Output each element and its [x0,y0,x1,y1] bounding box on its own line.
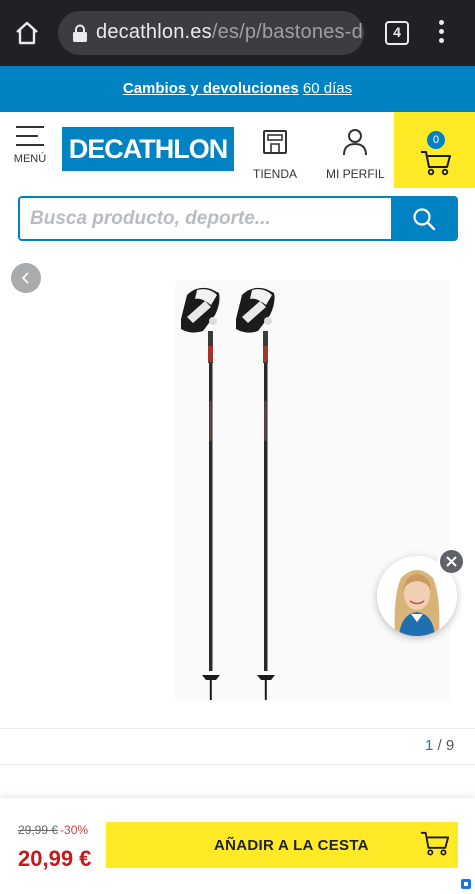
url-path: /es/p/bastones-de [211,21,364,43]
chevron-left-icon [21,272,29,284]
address-bar[interactable]: decathlon.es/es/p/bastones-de [58,11,364,55]
current-price: 20,99 € [18,846,92,871]
profile-label: MI PERFIL [326,167,385,181]
browser-toolbar: decathlon.es/es/p/bastones-de 4 [0,0,475,66]
product-gallery [0,248,475,728]
url-text: decathlon.es/es/p/bastones-de [96,21,364,44]
returns-banner[interactable]: Cambios y devoluciones 60 días [0,66,475,112]
menu-button[interactable]: MENÚ [10,126,50,165]
decathlon-logo[interactable]: DECATHLON [62,127,234,171]
ski-poles-image [181,287,275,700]
more-options-icon[interactable] [436,20,446,46]
gallery-back-button[interactable] [11,263,41,293]
close-icon [446,556,457,567]
site-header: MENÚ DECATHLON TIENDA MI PERFIL 0 [0,112,475,188]
store-icon [263,130,287,154]
price-before: 29,99 € -30% [18,823,88,837]
store-button[interactable]: TIENDA [252,128,298,181]
hamburger-icon [16,126,44,146]
search-button[interactable] [391,198,456,239]
search-icon [413,208,436,231]
tab-switcher-button[interactable]: 4 [385,21,409,45]
chat-close-button[interactable] [438,548,465,575]
add-to-cart-label: AÑADIR A LA CESTA [214,837,369,854]
search-bar [0,188,475,248]
store-label: TIENDA [252,167,297,181]
old-price: 29,99 € [18,823,59,837]
cart-button[interactable]: 0 [394,112,475,188]
lock-icon [73,24,87,42]
divider [0,764,475,765]
returns-banner-days[interactable]: 60 días [303,80,352,97]
cart-count-badge: 0 [427,131,445,149]
home-icon[interactable] [14,20,40,46]
menu-label: MENÚ [13,153,47,165]
gallery-pager: 1 / 9 [425,737,454,754]
privacy-badge-icon[interactable] [459,877,473,891]
profile-button[interactable]: MI PERFIL [326,128,385,181]
cart-icon [421,151,451,176]
pager-total: 9 [445,737,455,754]
divider [0,728,475,729]
pager-separator: / [433,737,446,754]
search-input[interactable] [20,198,390,239]
add-to-cart-button[interactable]: AÑADIR A LA CESTA [106,822,458,868]
returns-banner-title[interactable]: Cambios y devoluciones [123,80,299,97]
purchase-bar: 29,99 € -30% 20,99 € AÑADIR A LA CESTA [0,798,475,894]
url-domain: decathlon.es [96,21,212,43]
product-image[interactable] [175,281,450,701]
search-box [18,196,458,241]
cart-icon [420,831,450,856]
user-icon [343,129,367,156]
discount-badge: -30% [60,823,89,837]
